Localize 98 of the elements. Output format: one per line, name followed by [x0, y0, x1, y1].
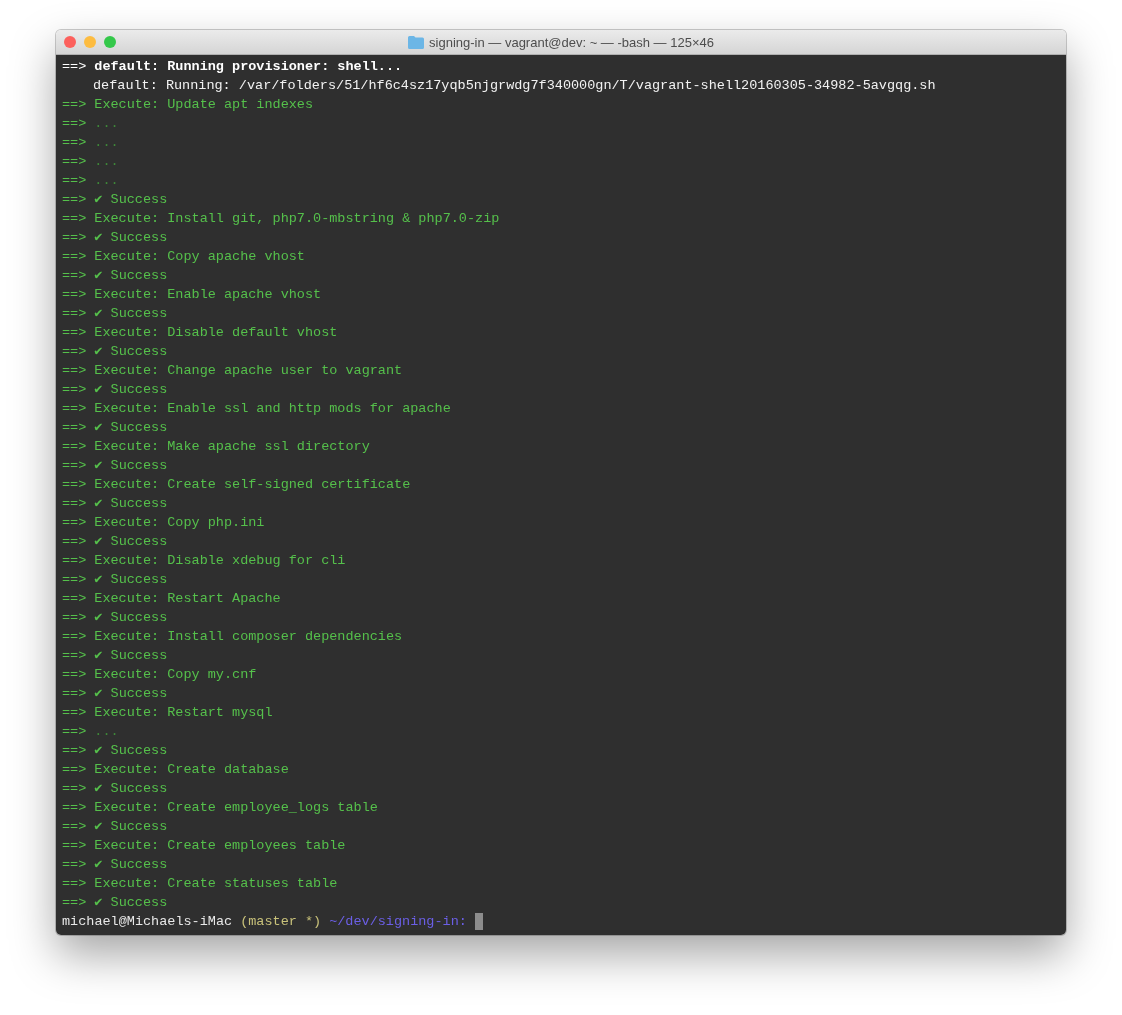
output-line: Execute: Install composer dependencies — [94, 628, 403, 646]
output-line: Execute: Copy my.cnf — [94, 666, 257, 684]
output-line: ✔ Success — [94, 457, 168, 475]
output-line: ✔ Success — [94, 609, 168, 627]
output-line: ✔ Success — [94, 305, 168, 323]
arrow-prompt: ==> — [62, 742, 87, 760]
cursor — [474, 913, 483, 930]
output-line: ✔ Success — [94, 495, 168, 513]
output-line: Execute: Create employees table — [94, 837, 346, 855]
output-line: ✔ Success — [94, 685, 168, 703]
arrow-prompt: ==> — [62, 153, 87, 171]
zoom-button[interactable] — [104, 36, 116, 48]
close-button[interactable] — [64, 36, 76, 48]
arrow-prompt: ==> — [62, 58, 87, 76]
output-line: Execute: Disable xdebug for cli — [94, 552, 346, 570]
arrow-prompt: ==> — [62, 875, 87, 893]
output-line: default: Running provisioner: shell... — [94, 58, 403, 76]
arrow-prompt: ==> — [62, 799, 87, 817]
output-line: Execute: Enable ssl and http mods for apache — [94, 400, 451, 418]
arrow-prompt: ==> — [62, 267, 87, 285]
output-line: Execute: Create database — [94, 761, 289, 779]
output-line: ✔ Success — [94, 780, 168, 798]
arrow-prompt: ==> — [62, 552, 87, 570]
output-line: Execute: Disable default vhost — [94, 324, 338, 342]
arrow-prompt: ==> — [62, 229, 87, 247]
arrow-prompt: ==> — [62, 286, 87, 304]
output-line: ✔ Success — [94, 571, 168, 589]
prompt-path: ~/dev/signing-in: — [329, 913, 467, 931]
output-line: Execute: Create employee_logs table — [94, 799, 378, 817]
output-line: Execute: Change apache user to vagrant — [94, 362, 403, 380]
arrow-prompt: ==> — [62, 457, 87, 475]
arrow-prompt: ==> — [62, 381, 87, 399]
arrow-prompt: ==> — [62, 533, 87, 551]
arrow-prompt: ==> — [62, 362, 87, 380]
output-line: Execute: Create statuses table — [94, 875, 338, 893]
output-line: Execute: Install git, php7.0-mbstring & php7.0-zip — [94, 210, 500, 228]
output-line: ✔ Success — [94, 267, 168, 285]
window-title: signing-in — vagrant@dev: ~ — -bash — 125×46 — [429, 34, 714, 50]
arrow-prompt: ==> — [62, 704, 87, 722]
output-line: ✔ Success — [94, 533, 168, 551]
arrow-prompt: ==> — [62, 780, 87, 798]
output-line: ... — [94, 172, 119, 190]
output-line: Execute: Make apache ssl directory — [94, 438, 370, 456]
output-line: default: Running: /var/folders/51/hf6c4sz17yqb5njgrwdg7f340000gn/T/vagrant-shell20160305-34982-5avgqg.sh — [93, 77, 936, 95]
prompt-user: michael@Michaels-iMac — [62, 913, 233, 931]
arrow-prompt: ==> — [62, 305, 87, 323]
prompt-branch: (master *) — [240, 913, 322, 931]
arrow-prompt: ==> — [62, 647, 87, 665]
output-line: ✔ Success — [94, 818, 168, 836]
arrow-prompt: ==> — [62, 666, 87, 684]
output-line: ... — [94, 134, 119, 152]
arrow-prompt: ==> — [62, 115, 87, 133]
arrow-prompt: ==> — [62, 856, 87, 874]
arrow-prompt: ==> — [62, 172, 87, 190]
arrow-prompt: ==> — [62, 818, 87, 836]
output-line: ✔ Success — [94, 343, 168, 361]
arrow-prompt: ==> — [62, 191, 87, 209]
arrow-prompt: ==> — [62, 514, 87, 532]
arrow-prompt: ==> — [62, 476, 87, 494]
arrow-prompt: ==> — [62, 495, 87, 513]
arrow-prompt: ==> — [62, 609, 87, 627]
output-line: ... — [94, 723, 119, 741]
output-line: Execute: Copy apache vhost — [94, 248, 305, 266]
arrow-prompt: ==> — [62, 400, 87, 418]
arrow-prompt: ==> — [62, 723, 87, 741]
arrow-prompt: ==> — [62, 837, 87, 855]
output-line: ✔ Success — [94, 381, 168, 399]
arrow-prompt: ==> — [62, 571, 87, 589]
arrow-prompt: ==> — [62, 343, 87, 361]
output-line: ✔ Success — [94, 419, 168, 437]
arrow-prompt: ==> — [62, 324, 87, 342]
output-line: ✔ Success — [94, 191, 168, 209]
output-line: ✔ Success — [94, 647, 168, 665]
output-line: ... — [94, 115, 119, 133]
output-line: ✔ Success — [94, 894, 168, 912]
arrow-prompt: ==> — [62, 96, 87, 114]
arrow-prompt: ==> — [62, 419, 87, 437]
output-line: ✔ Success — [94, 229, 168, 247]
minimize-button[interactable] — [84, 36, 96, 48]
output-line: Execute: Restart Apache — [94, 590, 281, 608]
arrow-prompt: ==> — [62, 438, 87, 456]
arrow-prompt: ==> — [62, 210, 87, 228]
arrow-prompt: ==> — [62, 590, 87, 608]
output-line: Execute: Create self-signed certificate — [94, 476, 411, 494]
output-line: ✔ Success — [94, 856, 168, 874]
output-line: Execute: Copy php.ini — [94, 514, 265, 532]
arrow-prompt: ==> — [62, 628, 87, 646]
output-line: Execute: Update apt indexes — [94, 96, 314, 114]
arrow-prompt: ==> — [62, 685, 87, 703]
arrow-prompt: ==> — [62, 134, 87, 152]
output-line: Execute: Restart mysql — [94, 704, 273, 722]
arrow-prompt: ==> — [62, 248, 87, 266]
arrow-prompt: ==> — [62, 761, 87, 779]
output-line: Execute: Enable apache vhost — [94, 286, 322, 304]
output-line: ... — [94, 153, 119, 171]
folder-icon — [408, 35, 425, 49]
arrow-prompt: ==> — [62, 894, 87, 912]
output-line: ✔ Success — [94, 742, 168, 760]
